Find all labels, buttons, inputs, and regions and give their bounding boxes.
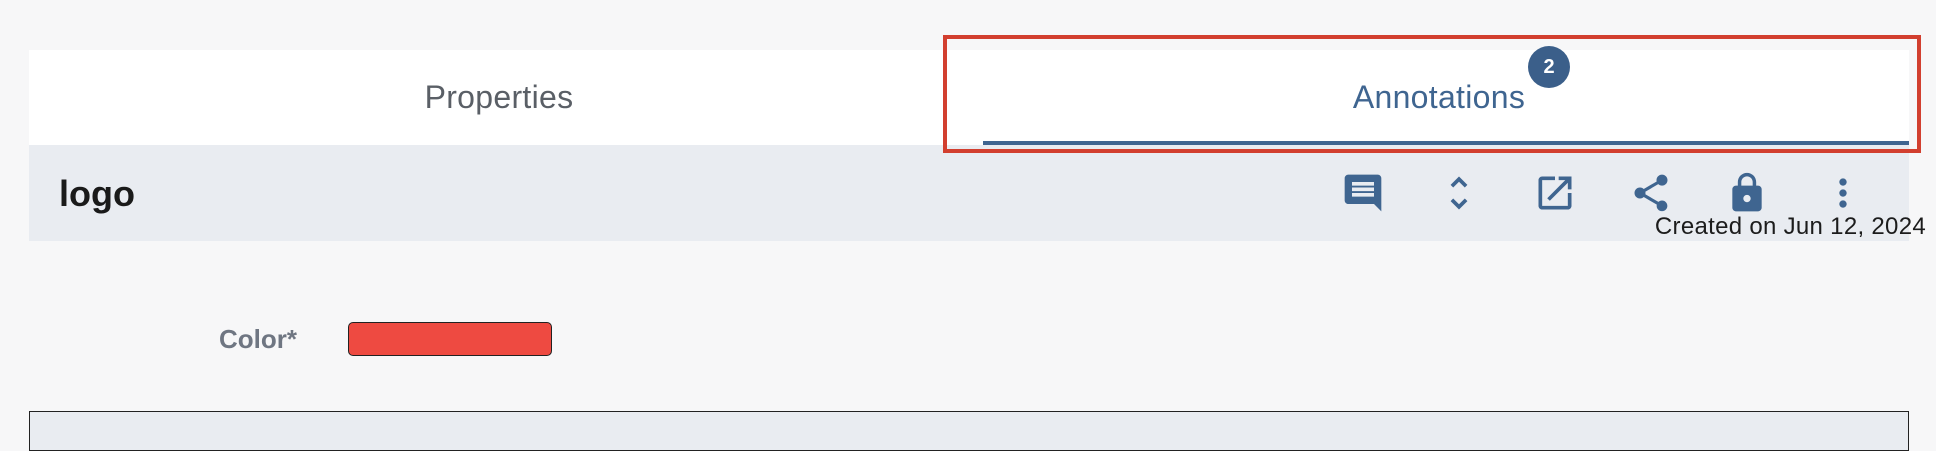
color-swatch[interactable]: [348, 322, 552, 356]
open-external-button[interactable]: [1527, 165, 1583, 221]
open-external-icon: [1538, 176, 1572, 210]
tab-properties[interactable]: Properties: [29, 50, 969, 145]
tab-annotations-label: Annotations: [1352, 79, 1526, 115]
color-field-label: Color*: [219, 323, 297, 354]
tab-annotations[interactable]: Annotations 2: [969, 46, 1909, 145]
expand-collapse-icon: [1450, 176, 1468, 210]
color-field: Color*: [219, 322, 552, 356]
comment-icon: [1344, 174, 1382, 212]
tab-properties-label: Properties: [424, 79, 574, 115]
expand-collapse-button[interactable]: [1431, 165, 1487, 221]
created-date: Created on Jun 12, 2024: [1654, 213, 1926, 240]
content-box: [29, 411, 1909, 451]
tab-bar: Properties Annotations 2: [29, 46, 1909, 145]
item-title: logo: [59, 173, 135, 214]
annotation-count-badge: 2: [1528, 46, 1571, 88]
item-header: logo: [29, 145, 1909, 241]
comment-button[interactable]: [1335, 165, 1391, 221]
share-icon: [1634, 174, 1668, 212]
details-panel: Properties Annotations 2 logo: [29, 46, 1909, 241]
lock-icon: [1732, 172, 1762, 212]
more-vert-icon: [1839, 178, 1847, 208]
